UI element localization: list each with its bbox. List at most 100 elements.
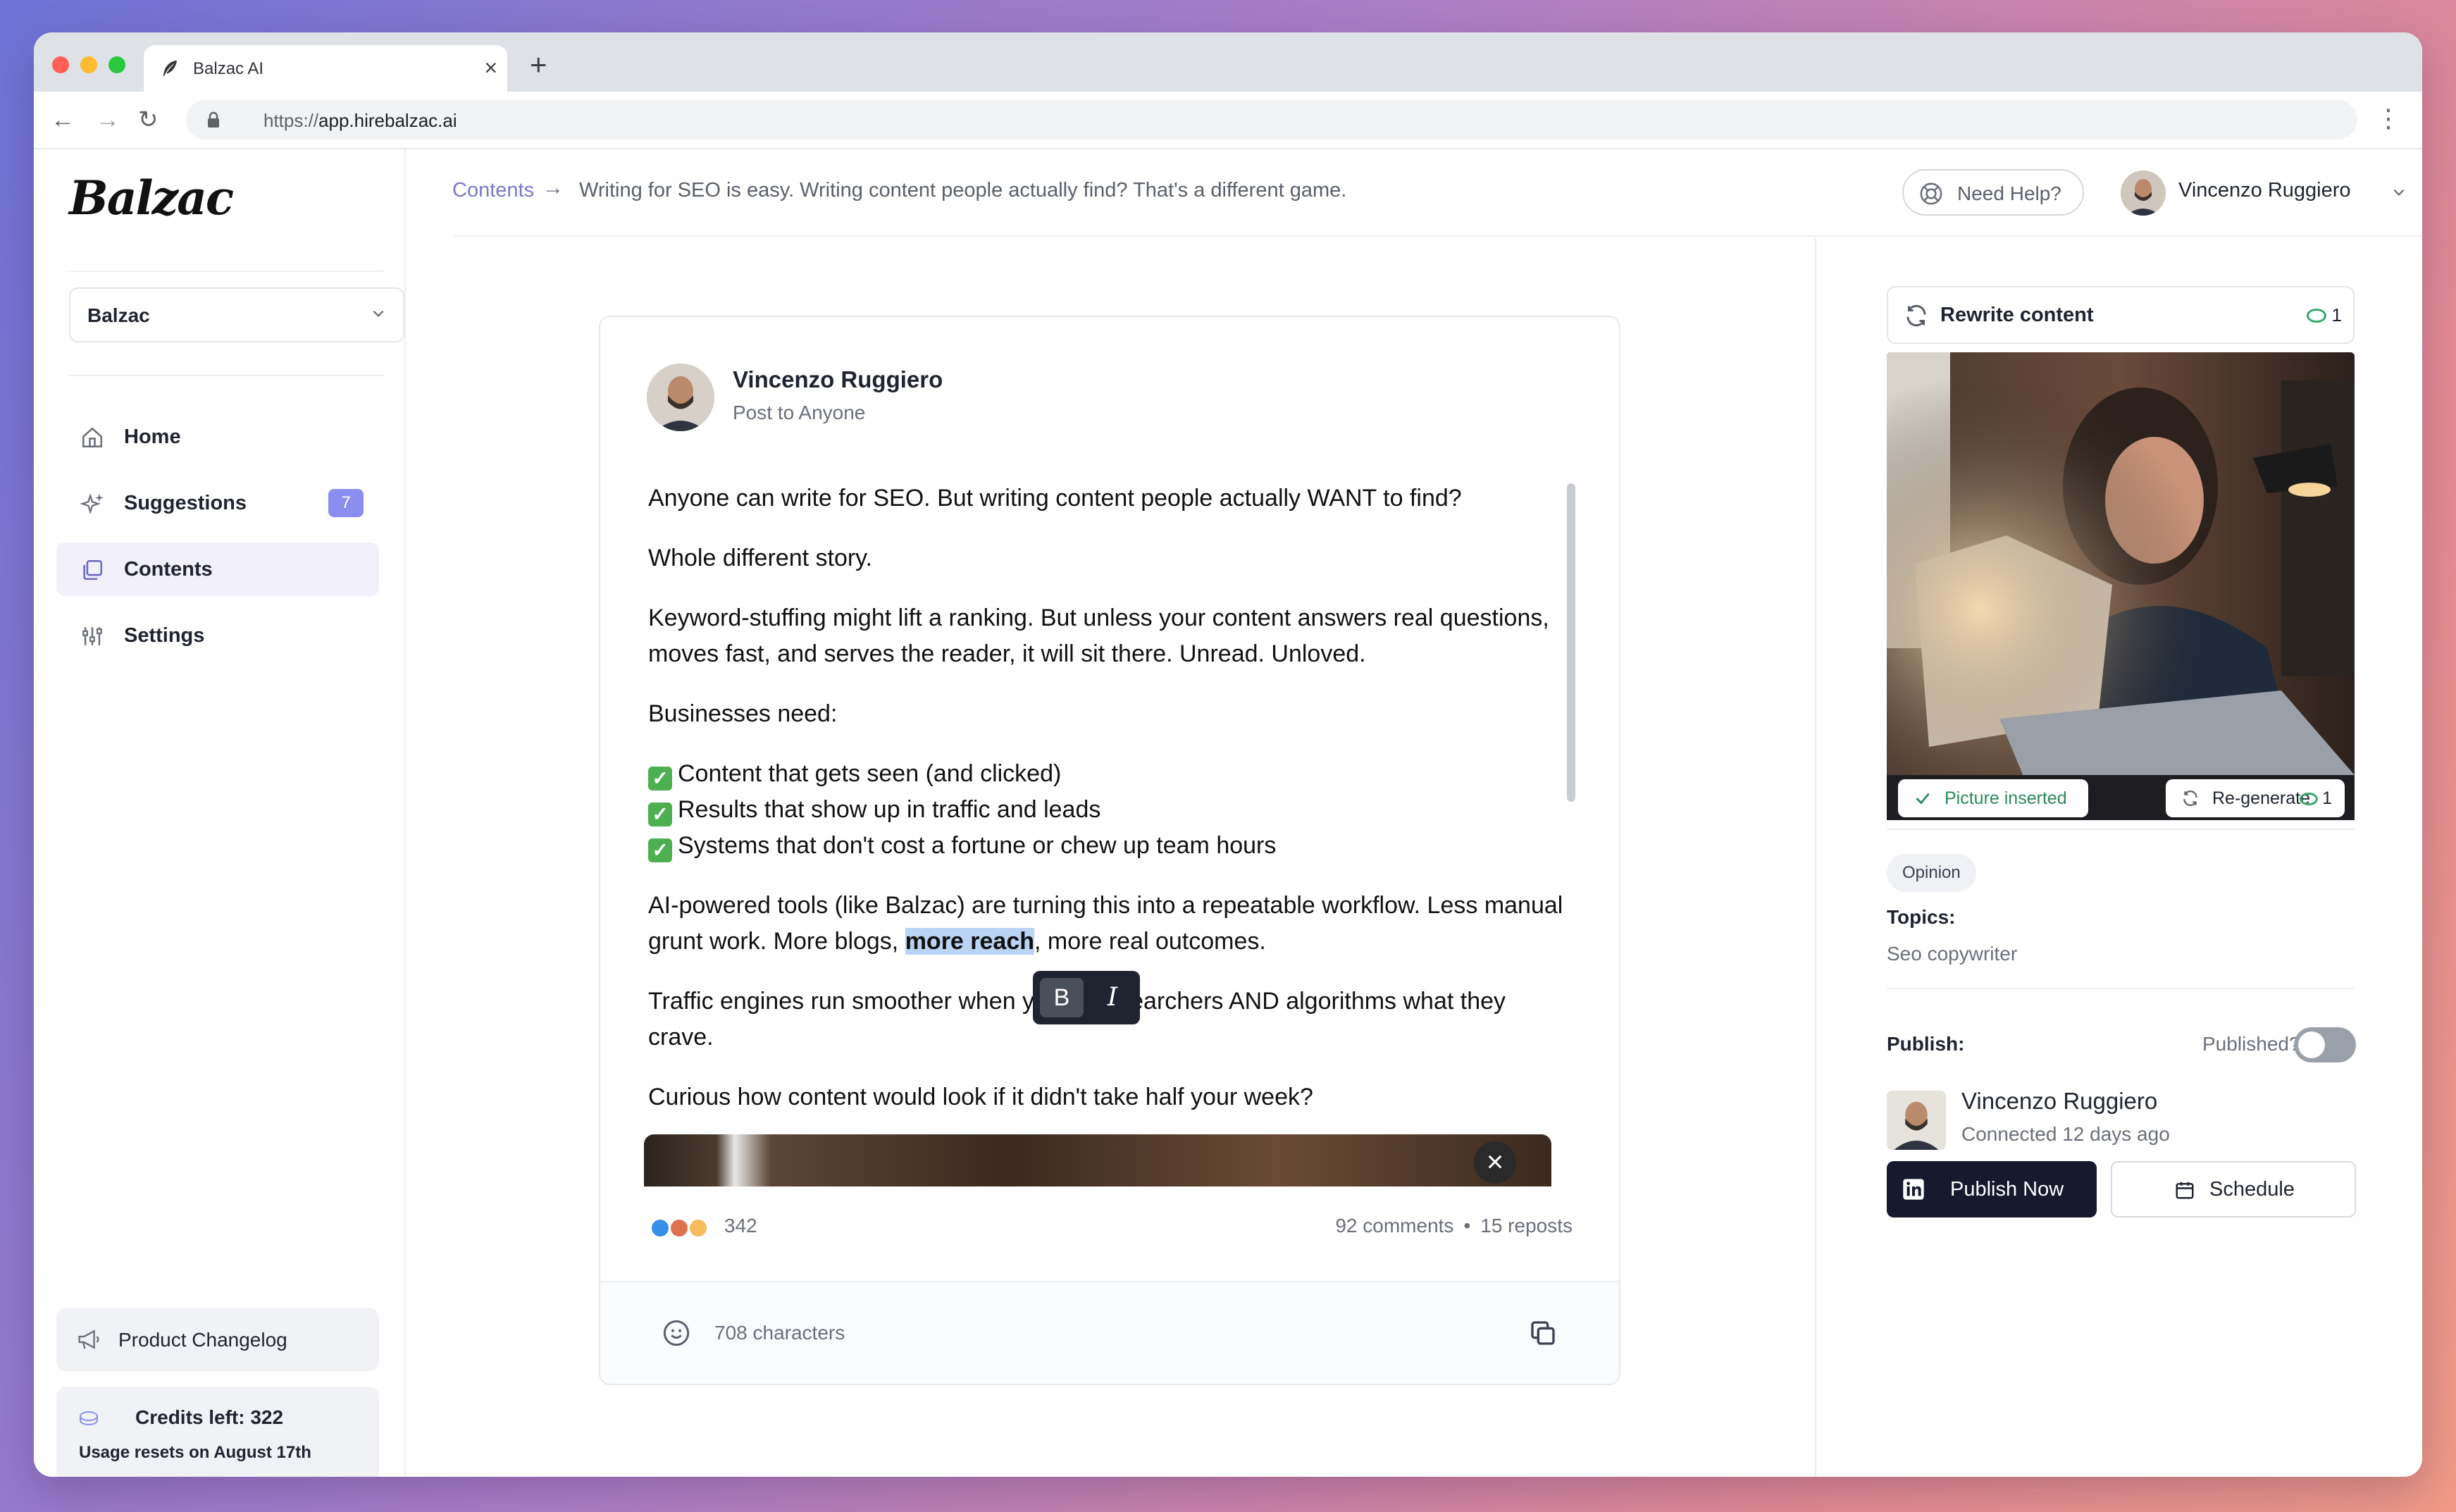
sidebar-item-label: Home [124,426,181,448]
breadcrumb-contents-link[interactable]: Contents [452,179,534,202]
editor-scrollbar[interactable] [1567,483,1575,802]
sidebar-item-label: Suggestions [124,492,247,514]
regenerate-image-button[interactable]: Re-generate 1 [2166,779,2345,817]
publish-now-button[interactable]: Publish Now [1887,1161,2097,1217]
topics-label: Topics: [1887,906,1956,928]
address-bar[interactable]: https://app.hirebalzac.ai [186,100,2357,140]
editor-footer: 708 characters [600,1281,1619,1384]
checklist-item: Content that gets seen (and clicked) [678,760,1062,787]
published-toggle[interactable] [2294,1027,2356,1062]
post-paragraph: Anyone can write for SEO. But writing co… [648,485,1462,512]
checklist-item: Systems that don't cost a fortune or che… [678,832,1277,859]
checklist: ✓ Content that gets seen (and clicked) ✓ R… [648,756,1571,864]
header-divider [454,235,2422,237]
published-toggle-label: Published? [2202,1033,2300,1055]
logo[interactable]: Balzac [69,171,234,225]
account-name: Vincenzo Ruggiero [1961,1088,2158,1114]
browser-window: Balzac AI × + ← → ↻ https://app.hirebalz… [34,32,2422,1477]
post-paragraph: Keyword-stuffing might lift a ranking. B… [648,605,1549,667]
forward-arrow-icon[interactable]: → [96,106,120,134]
sidebar-item-settings[interactable]: Settings [56,609,379,662]
publish-label: Publish: [1887,1033,1965,1055]
divider [1887,829,2355,830]
sidebar: Balzac Balzac Home Suggestions 7 Content… [34,149,406,1477]
sidebar-item-contents[interactable]: Contents [56,543,379,596]
browser-toolbar: ← → ↻ https://app.hirebalzac.ai ⋮ [34,92,2422,149]
sidebar-item-suggestions[interactable]: Suggestions 7 [56,476,379,530]
post-audience: Post to Anyone [733,402,866,423]
chevron-down-icon [373,310,384,318]
user-menu[interactable]: Vincenzo Ruggiero [2121,163,2417,221]
browser-tab[interactable]: Balzac AI × [144,45,507,92]
post-preview-card: Vincenzo Ruggiero Post to Anyone Anyone … [599,316,1620,1385]
rewrite-content-button[interactable]: Rewrite content 1 [1887,286,2355,344]
user-avatar [2121,171,2166,216]
account-avatar [1887,1091,1946,1150]
changelog-label: Product Changelog [118,1329,287,1351]
bold-button[interactable]: B [1040,978,1084,1017]
user-name: Vincenzo Ruggiero [2178,179,2351,202]
browser-menu-icon[interactable]: ⋮ [2376,104,2401,132]
coins-icon [80,1411,98,1425]
generated-image [1887,352,2355,820]
sliders-icon [82,627,102,645]
tab-bar: Balzac AI × + [34,32,2422,92]
topics-value: Seo copywriter [1887,943,2018,965]
lifebuoy-icon [1920,182,1942,205]
emoji-icon[interactable] [662,1319,690,1347]
coin-icon [2300,793,2319,805]
megaphone-icon [78,1330,99,1349]
checkmark-icon: ✓ [648,838,672,862]
engagement-stats: 92 comments • 15 reposts [1335,1215,1573,1237]
post-editor[interactable]: Anyone can write for SEO. But writing co… [648,481,1571,1139]
text-format-toolbar: B I [1033,971,1140,1024]
reaction-count: 342 [724,1215,757,1237]
calendar-icon [2176,1182,2194,1199]
character-count: 708 characters [714,1322,845,1344]
checkmark-icon: ✓ [648,803,672,826]
documents-icon [83,559,103,581]
sidebar-item-label: Settings [124,624,205,647]
post-image [644,1134,1551,1186]
breadcrumb-current: Writing for SEO is easy. Writing content… [579,179,1347,202]
credits-box: Credits left: 322 Usage resets on August… [56,1387,379,1477]
close-tab-icon[interactable]: × [484,55,497,80]
schedule-button[interactable]: Schedule [2111,1161,2356,1217]
suggestions-count-badge: 7 [328,489,364,517]
lock-icon [208,111,219,128]
url-text: https://app.hirebalzac.ai [263,110,457,131]
app: Balzac Balzac Home Suggestions 7 Content… [34,149,2422,1477]
right-panel: Rewrite content 1 Picture inserted Re-ge… [1815,238,2422,1477]
post-paragraph: AI-powered tools (like Balzac) are turni… [648,892,1563,955]
feather-icon [163,60,177,77]
post-paragraph: Whole different story. [648,545,873,571]
refresh-icon [2183,791,2197,806]
new-tab-icon[interactable]: + [530,49,547,80]
need-help-button[interactable]: Need Help? [1902,169,2084,216]
divider [69,375,383,376]
close-window-button[interactable] [52,56,69,73]
maximize-window-button[interactable] [108,56,125,73]
divider [1887,988,2355,989]
credits-left: Credits left: 322 [135,1406,284,1428]
minimize-window-button[interactable] [80,56,97,73]
remove-image-icon[interactable]: × [1474,1141,1516,1184]
publish-now-label: Publish Now [1950,1178,2064,1201]
home-icon [82,427,103,448]
coin-icon [2306,309,2326,323]
product-changelog-button[interactable]: Product Changelog [56,1308,379,1371]
selected-text[interactable]: more reach [905,928,1035,955]
workspace-select[interactable]: Balzac [69,287,404,342]
content-type-tag: Opinion [1887,854,1976,892]
checkmark-icon: ✓ [648,767,672,791]
breadcrumb-arrow-icon: → [542,176,564,199]
picture-inserted-status: Picture inserted [1898,779,2088,817]
tab-title: Balzac AI [193,59,264,78]
account-status: Connected 12 days ago [1961,1123,2170,1145]
sidebar-item-home[interactable]: Home [56,410,379,464]
back-arrow-icon[interactable]: ← [51,106,75,134]
divider [69,271,383,272]
reload-icon[interactable]: ↻ [138,106,159,134]
copy-icon[interactable] [1529,1319,1557,1347]
italic-button[interactable]: I [1091,978,1134,1017]
